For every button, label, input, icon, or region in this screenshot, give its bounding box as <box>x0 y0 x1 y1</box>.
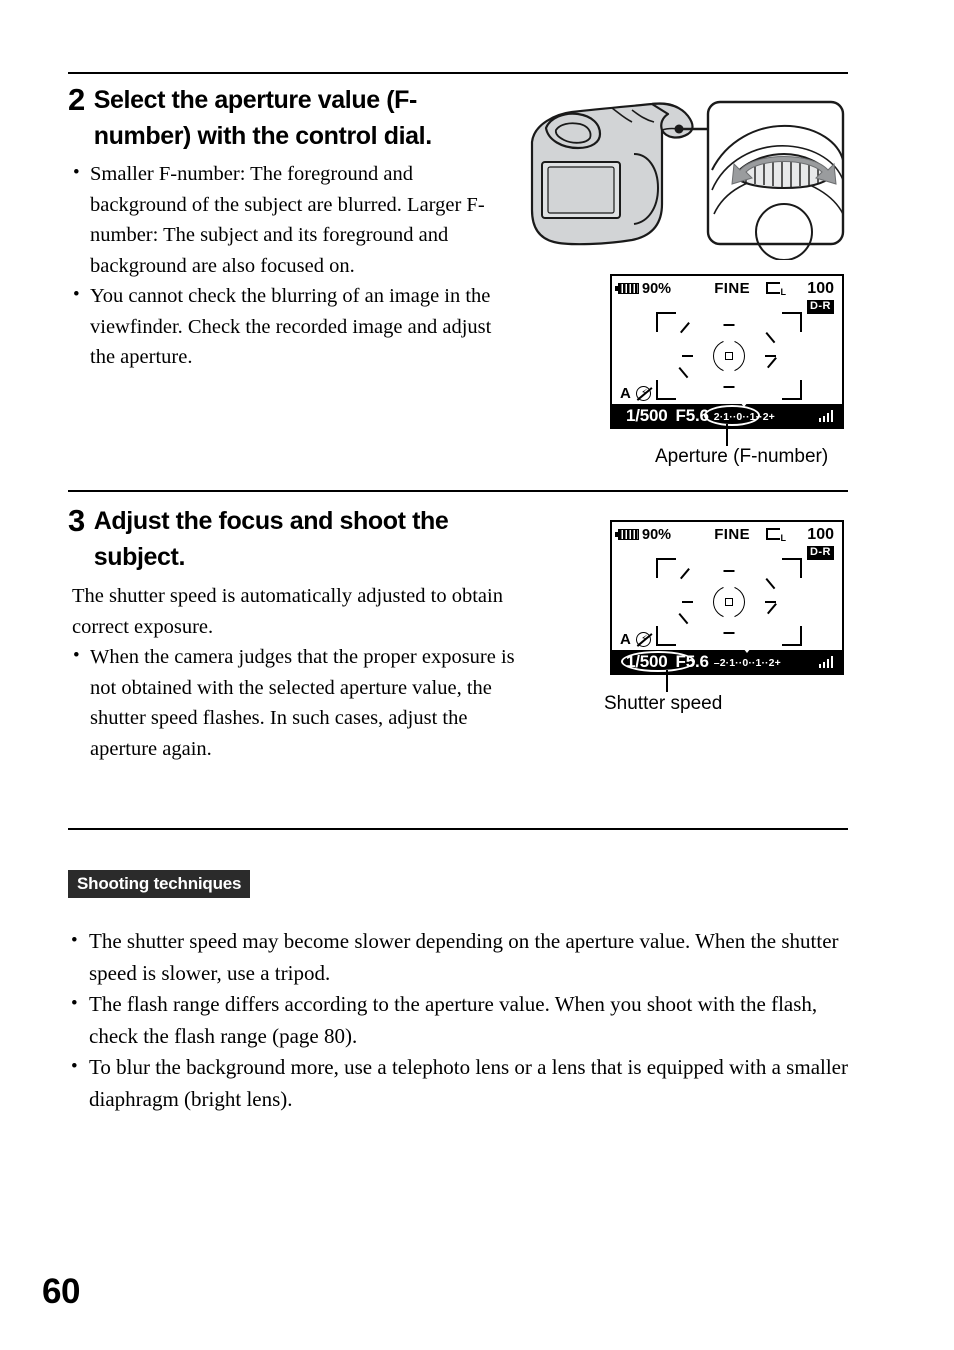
ev-scale-label: –2·1··0··1··2+ <box>713 656 781 669</box>
af-corner-top-left <box>656 312 676 332</box>
shutter-speed-caption: Shutter speed <box>604 693 723 714</box>
step-3-number: 3 <box>68 503 85 538</box>
step-2-heading: 2 Select the aperture value (F-number) w… <box>68 82 512 154</box>
af-tick-right <box>765 355 776 357</box>
exposure-mode-group: A ⚡ <box>620 631 653 648</box>
section-divider-bottom <box>68 828 848 830</box>
image-quality-label: FINE <box>714 280 750 297</box>
battery-percent-label: 90% <box>642 527 672 543</box>
camera-control-dial-illustration <box>512 84 856 261</box>
aperture-caption-leader <box>726 424 728 446</box>
exposure-index-marker <box>743 647 752 653</box>
af-corner-bottom-left <box>656 380 676 400</box>
shooting-techniques-bullet-list: The shutter speed may become slower depe… <box>68 925 858 1115</box>
step-3-heading: 3 Adjust the focus and shoot the subject… <box>68 503 538 575</box>
af-tick-left <box>682 601 693 603</box>
spot-metering-circle-icon <box>709 582 749 622</box>
exposure-compensation-scale: 2·1··0··1··2+ <box>713 401 775 423</box>
callout-dot <box>674 124 684 134</box>
af-diagonal-top-left <box>680 332 691 343</box>
step-3-block: 3 Adjust the focus and shoot the subject… <box>68 503 538 764</box>
dro-badge: D-R <box>806 300 834 314</box>
af-corner-bottom-right <box>782 380 802 400</box>
af-tick-right <box>765 601 776 603</box>
ev-scale-label: 2·1··0··1··2+ <box>713 410 775 423</box>
af-frame-area <box>656 558 802 646</box>
shutter-speed-value: 1/500 <box>626 651 668 671</box>
image-size-label: L <box>780 287 787 297</box>
step-2-block: 2 Select the aperture value (F-number) w… <box>68 82 512 373</box>
shooting-technique-bullet-2: The flash range differs according to the… <box>68 988 858 1052</box>
flash-off-icon: ⚡ <box>635 632 653 647</box>
lcd-display-aperture: 90% FINE L 100 D-R A 1/500 F5.6 2·1··0··… <box>610 274 844 429</box>
image-size-icon: L <box>766 282 787 297</box>
shooting-technique-bullet-3: To blur the background more, use a telep… <box>68 1051 858 1115</box>
af-frame-area <box>656 312 802 400</box>
af-tick-left <box>682 355 693 357</box>
shooting-technique-bullet-1: The shutter speed may become slower depe… <box>68 925 858 989</box>
step-3-bullet-1: When the camera judges that the proper e… <box>68 641 538 764</box>
af-tick-top <box>723 324 735 326</box>
af-diagonal-bottom-left <box>680 367 691 378</box>
exposure-mode-label: A <box>620 385 631 402</box>
step-2-number: 2 <box>68 82 85 117</box>
manual-page: 2 Select the aperture value (F-number) w… <box>0 0 954 1350</box>
af-corner-bottom-right <box>782 626 802 646</box>
spot-metering-circle-icon <box>709 336 749 376</box>
shooting-techniques-body: The shutter speed may become slower depe… <box>68 925 858 1115</box>
camera-body-shape <box>530 102 694 246</box>
af-diagonal-top-right <box>767 332 778 343</box>
shutter-caption-leader <box>666 670 668 692</box>
step-2-body: Smaller F-number: The foreground and bac… <box>68 158 512 373</box>
exposure-compensation-scale: –2·1··0··1··2+ <box>713 647 781 669</box>
af-tick-bottom <box>723 386 735 388</box>
exposure-index-marker <box>740 401 749 407</box>
step-3-title: Adjust the focus and shoot the subject. <box>93 507 449 571</box>
af-tick-top <box>723 570 735 572</box>
af-diagonal-bottom-right <box>767 613 778 624</box>
battery-icon <box>615 529 639 540</box>
af-corner-bottom-left <box>656 626 676 646</box>
lcd-status-bar: 1/500 F5.6 –2·1··0··1··2+ <box>612 647 842 673</box>
image-size-label: L <box>780 533 787 543</box>
page-number: 60 <box>42 1272 80 1311</box>
f-number-value: F5.6 <box>675 651 709 671</box>
step-3-paragraph: The shutter speed is automatically adjus… <box>72 585 503 638</box>
battery-percent-label: 90% <box>642 281 672 297</box>
step-2-bullet-list: Smaller F-number: The foreground and bac… <box>68 158 512 373</box>
aperture-caption: Aperture (F-number) <box>655 446 829 467</box>
shake-warning-icon <box>818 656 833 668</box>
step-2-bullet-2: You cannot check the blurring of an imag… <box>68 280 512 373</box>
section-divider-middle <box>68 490 848 492</box>
af-diagonal-bottom-right <box>767 367 778 378</box>
section-divider-top <box>68 72 848 74</box>
battery-icon <box>615 283 639 294</box>
remaining-shots-label: 100 <box>807 280 834 297</box>
step-2-title: Select the aperture value (F-number) wit… <box>93 86 432 150</box>
remaining-shots-label: 100 <box>807 526 834 543</box>
shutter-speed-value: 1/500 <box>626 405 668 425</box>
shooting-techniques-heading: Shooting techniques <box>68 870 251 898</box>
step-2-bullet-1: Smaller F-number: The foreground and bac… <box>68 158 512 281</box>
f-number-value: F5.6 <box>675 405 709 425</box>
af-corner-top-left <box>656 558 676 578</box>
exposure-mode-label: A <box>620 631 631 648</box>
exposure-mode-group: A ⚡ <box>620 385 653 402</box>
flash-off-icon: ⚡ <box>635 386 653 401</box>
af-diagonal-bottom-left <box>680 613 691 624</box>
af-diagonal-top-right <box>767 578 778 589</box>
image-quality-label: FINE <box>714 526 750 543</box>
image-size-icon: L <box>766 528 787 543</box>
lcd-display-shutter: 90% FINE L 100 D-R A 1/500 F5.6 –2·1··0·… <box>610 520 844 675</box>
af-corner-top-right <box>782 558 802 578</box>
control-dial-detail-box <box>706 100 845 261</box>
step-3-bullet-list: When the camera judges that the proper e… <box>68 641 538 764</box>
shooting-techniques-section: Shooting techniques The shutter speed ma… <box>68 870 858 1115</box>
af-corner-top-right <box>782 312 802 332</box>
shake-warning-icon <box>818 410 833 422</box>
af-diagonal-top-left <box>680 578 691 589</box>
step-3-body: The shutter speed is automatically adjus… <box>68 581 538 764</box>
dro-badge: D-R <box>806 546 834 560</box>
af-tick-bottom <box>723 632 735 634</box>
